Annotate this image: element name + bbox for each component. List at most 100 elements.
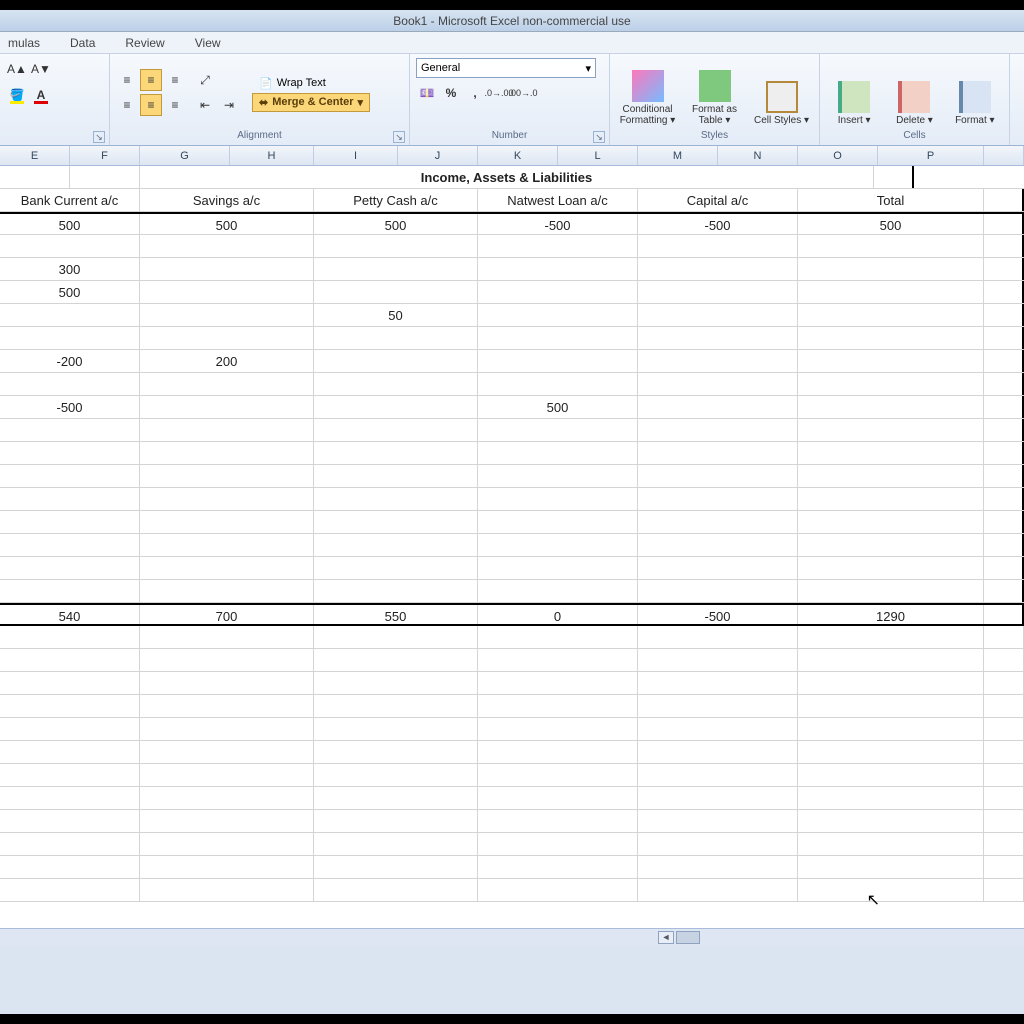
- header-bank[interactable]: Bank Current a/c: [0, 189, 140, 211]
- cell[interactable]: [798, 373, 984, 395]
- cell[interactable]: [140, 396, 314, 418]
- header-total[interactable]: Total: [798, 189, 984, 211]
- scrollbar-thumb[interactable]: [676, 931, 700, 944]
- comma-format-icon[interactable]: ,: [464, 82, 486, 104]
- cell[interactable]: [314, 373, 478, 395]
- cell[interactable]: [478, 281, 638, 303]
- tab-review[interactable]: Review: [121, 34, 168, 52]
- column-header[interactable]: N: [718, 146, 798, 165]
- cell[interactable]: [798, 235, 984, 257]
- total-capital[interactable]: -500: [638, 605, 798, 624]
- cell[interactable]: -200: [0, 350, 140, 372]
- increase-indent-icon[interactable]: ⇥: [218, 94, 240, 116]
- cell[interactable]: [638, 258, 798, 280]
- cell[interactable]: [638, 373, 798, 395]
- cell[interactable]: [314, 235, 478, 257]
- cell[interactable]: [798, 304, 984, 326]
- align-right-icon[interactable]: ≡: [164, 94, 186, 116]
- cell[interactable]: [638, 281, 798, 303]
- accounting-format-icon[interactable]: 💷: [416, 82, 438, 104]
- tab-view[interactable]: View: [191, 34, 225, 52]
- wrap-text-button[interactable]: 📄Wrap Text: [252, 74, 370, 93]
- spreadsheet-grid[interactable]: Income, Assets & Liabilities Bank Curren…: [0, 166, 1024, 946]
- column-header[interactable]: [984, 146, 1024, 165]
- align-top-icon[interactable]: ≡: [116, 69, 138, 91]
- cell[interactable]: [140, 373, 314, 395]
- align-left-icon[interactable]: ≡: [116, 94, 138, 116]
- cell[interactable]: 200: [140, 350, 314, 372]
- orientation-icon[interactable]: ⤢: [194, 69, 216, 91]
- cell[interactable]: [478, 258, 638, 280]
- cell[interactable]: [0, 304, 140, 326]
- cell[interactable]: [140, 235, 314, 257]
- font-color-icon[interactable]: A: [30, 84, 52, 106]
- cell[interactable]: [140, 281, 314, 303]
- total-total[interactable]: 1290: [798, 605, 984, 624]
- total-natwest[interactable]: 0: [478, 605, 638, 624]
- decrease-font-icon[interactable]: A▼: [30, 58, 52, 80]
- cell[interactable]: [0, 327, 140, 349]
- cell[interactable]: 500: [314, 214, 478, 234]
- cell[interactable]: [314, 327, 478, 349]
- cell[interactable]: [638, 327, 798, 349]
- cell[interactable]: [798, 281, 984, 303]
- cell[interactable]: [0, 373, 140, 395]
- cell[interactable]: [798, 350, 984, 372]
- cell[interactable]: [798, 258, 984, 280]
- cell[interactable]: [798, 396, 984, 418]
- delete-button[interactable]: Delete ▾: [886, 60, 942, 126]
- cell[interactable]: [478, 350, 638, 372]
- increase-font-icon[interactable]: A▲: [6, 58, 28, 80]
- cell[interactable]: [140, 327, 314, 349]
- font-dialog-launcher-icon[interactable]: ↘: [93, 131, 105, 143]
- cell[interactable]: [140, 304, 314, 326]
- scroll-left-icon[interactable]: ◄: [658, 931, 674, 944]
- total-savings[interactable]: 700: [140, 605, 314, 624]
- conditional-formatting-button[interactable]: Conditional Formatting ▾: [616, 60, 679, 126]
- cell-styles-button[interactable]: Cell Styles ▾: [750, 60, 813, 126]
- sheet-title[interactable]: Income, Assets & Liabilities: [140, 166, 874, 188]
- tab-formulas[interactable]: mulas: [4, 34, 44, 52]
- column-header[interactable]: J: [398, 146, 478, 165]
- number-format-combo[interactable]: General▾: [416, 58, 596, 78]
- cell[interactable]: [638, 396, 798, 418]
- header-petty[interactable]: Petty Cash a/c: [314, 189, 478, 211]
- cell[interactable]: [478, 304, 638, 326]
- column-header[interactable]: I: [314, 146, 398, 165]
- cell[interactable]: 500: [0, 214, 140, 234]
- format-button[interactable]: Format ▾: [947, 60, 1003, 126]
- cell[interactable]: -500: [478, 214, 638, 234]
- cell[interactable]: [638, 304, 798, 326]
- cell[interactable]: [638, 350, 798, 372]
- tab-data[interactable]: Data: [66, 34, 99, 52]
- cell[interactable]: -500: [0, 396, 140, 418]
- cell[interactable]: 500: [478, 396, 638, 418]
- align-bottom-icon[interactable]: ≡: [164, 69, 186, 91]
- cell[interactable]: [314, 350, 478, 372]
- cell[interactable]: [314, 281, 478, 303]
- percent-format-icon[interactable]: %: [440, 82, 462, 104]
- column-header[interactable]: L: [558, 146, 638, 165]
- column-header[interactable]: O: [798, 146, 878, 165]
- cell[interactable]: [314, 396, 478, 418]
- fill-color-icon[interactable]: 🪣: [6, 84, 28, 106]
- format-as-table-button[interactable]: Format as Table ▾: [683, 60, 746, 126]
- merge-center-button[interactable]: ⬌Merge & Center ▾: [252, 93, 370, 112]
- increase-decimal-icon[interactable]: .0→.00: [488, 82, 510, 104]
- cell[interactable]: [478, 235, 638, 257]
- header-savings[interactable]: Savings a/c: [140, 189, 314, 211]
- align-center-icon[interactable]: ≡: [140, 94, 162, 116]
- cell[interactable]: [638, 235, 798, 257]
- cell[interactable]: [478, 327, 638, 349]
- align-middle-icon[interactable]: ≡: [140, 69, 162, 91]
- column-header[interactable]: P: [878, 146, 984, 165]
- column-header[interactable]: K: [478, 146, 558, 165]
- column-header[interactable]: M: [638, 146, 718, 165]
- column-header[interactable]: F: [70, 146, 140, 165]
- insert-button[interactable]: Insert ▾: [826, 60, 882, 126]
- decrease-decimal-icon[interactable]: .00→.0: [512, 82, 534, 104]
- cell[interactable]: [0, 235, 140, 257]
- cell[interactable]: [314, 258, 478, 280]
- alignment-dialog-launcher-icon[interactable]: ↘: [393, 131, 405, 143]
- cell[interactable]: [478, 373, 638, 395]
